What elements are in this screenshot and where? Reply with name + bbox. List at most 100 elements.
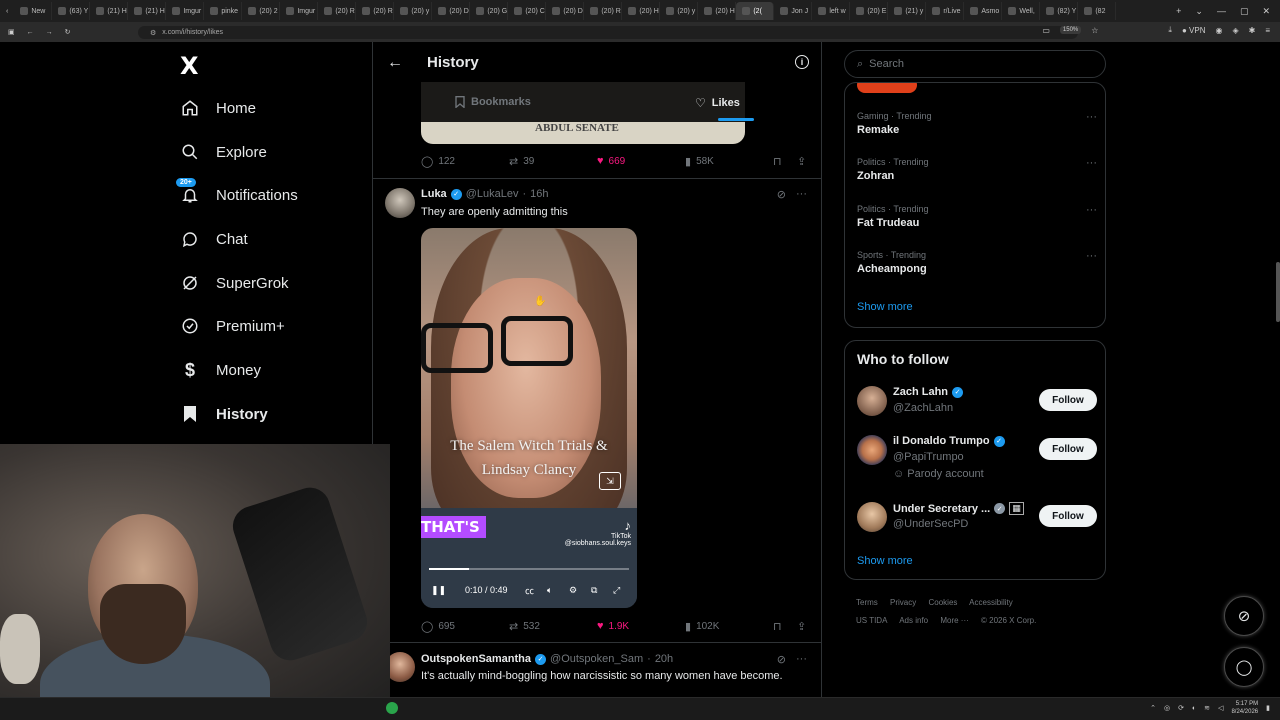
browser-tab[interactable]: (21) y [888,2,927,20]
browser-tab[interactable]: New [14,2,53,20]
bookmark-button[interactable]: ⊓ [773,155,782,168]
browser-tab[interactable]: Imgur [166,2,205,20]
video-progress-bar[interactable] [429,568,629,570]
reply-button[interactable]: ◯ 122 [421,155,455,168]
trends-show-more-link[interactable]: Show more [857,301,913,313]
more-options-icon[interactable]: ··· [1086,250,1097,262]
trend-item[interactable]: Gaming · Trending Remake ··· [857,111,1097,136]
trend-item[interactable]: Sports · Trending Acheampong ··· [857,250,1097,275]
reload-icon[interactable]: ↻ [65,28,71,36]
tab-bookmarks[interactable]: Bookmarks [455,96,531,108]
browser-tab[interactable]: Jon J [774,2,813,20]
author-handle[interactable]: @LukaLev [466,188,519,200]
browser-tab[interactable]: (20) R [356,2,395,20]
footer-link[interactable]: Terms [856,598,878,607]
minimize-button[interactable]: — [1217,6,1226,17]
share-button[interactable]: ⇪ [797,155,806,168]
trend-item[interactable]: Politics · Trending Fat Trudeau ··· [857,204,1097,229]
browser-tab[interactable]: pinke [204,2,243,20]
new-tab-button[interactable]: + [1176,6,1181,17]
avatar[interactable] [385,188,415,218]
browser-tab[interactable]: (82) Y [1040,2,1079,20]
vpn-button[interactable]: ● VPN [1182,26,1206,35]
follow-show-more-link[interactable]: Show more [857,555,913,567]
browser-tab[interactable]: (63) Y [52,2,91,20]
reply-button[interactable]: ◯ 695 [421,620,455,633]
grok-explain-icon[interactable]: ⊘ [777,653,786,666]
chat-fab-button[interactable]: ◯ [1224,647,1264,687]
browser-tab[interactable]: (20) 2 [242,2,281,20]
close-window-button[interactable]: ✕ [1262,6,1270,17]
site-settings-icon[interactable]: ⚙ [150,29,156,37]
follow-button[interactable]: Follow [1039,438,1097,460]
trend-item[interactable]: Politics · Trending Zohran ··· [857,157,1097,182]
tab-list-button[interactable]: ⌄ [1195,6,1203,17]
star-icon[interactable]: ☆ [1091,26,1098,35]
maximize-button[interactable]: ▢ [1240,6,1249,17]
tab-scroll-left-icon[interactable]: ‹ [0,8,14,15]
browser-tab[interactable]: (21) H [90,2,129,20]
author-name[interactable]: OutspokenSamantha [421,653,531,665]
pip-icon[interactable]: ▭ [1042,26,1050,35]
page-scrollbar[interactable] [1276,262,1280,322]
nav-chat[interactable]: Chat [180,229,248,249]
nav-home[interactable]: Home [180,98,256,118]
tab-likes[interactable]: ♡ Likes [695,96,740,110]
avatar[interactable] [857,502,887,532]
browser-tab[interactable]: (21) H [128,2,167,20]
post-time[interactable]: 20h [655,653,673,665]
settings-icon[interactable]: ⚙ [569,585,577,596]
tray-app-icon[interactable]: ◐ [1192,705,1196,712]
captions-icon[interactable]: ㏄ [525,584,534,597]
video-player[interactable]: The Salem Witch Trials & Lindsay Clancy … [421,228,637,608]
follow-button[interactable]: Follow [1039,505,1097,527]
footer-link[interactable]: US TIDA [856,616,887,625]
footer-link[interactable]: Accessibility [969,598,1013,607]
grok-fab-button[interactable]: ⊘ [1224,596,1264,636]
search-input[interactable]: ⌕ Search [844,50,1106,78]
browser-tab[interactable]: Well, [1002,2,1041,20]
footer-link[interactable]: Privacy [890,598,916,607]
browser-tab[interactable]: left w [812,2,851,20]
browser-tab[interactable]: (20) H [622,2,661,20]
browser-tab[interactable]: (20) R [584,2,623,20]
browser-tab[interactable]: (20) H [698,2,737,20]
app-icon[interactable] [386,702,398,714]
bookmark-button[interactable]: ⊓ [773,620,782,633]
grok-explain-icon[interactable]: ⊘ [777,188,786,201]
tray-app-icon[interactable]: ⟳ [1178,704,1184,712]
picture-in-picture-icon[interactable]: ⇲ [599,472,621,490]
pop-out-icon[interactable]: ⧉ [591,585,597,596]
browser-tab[interactable]: r/Live [926,2,965,20]
browser-tab[interactable]: (20) G [470,2,509,20]
more-options-icon[interactable]: ··· [1086,111,1097,123]
menu-icon[interactable]: ≡ [1265,26,1270,35]
views-button[interactable]: ▮ 102K [685,620,719,633]
like-button[interactable]: ♥ 1.9K [597,620,629,632]
browser-tab[interactable]: Asmo [964,2,1003,20]
zoom-level[interactable]: 150% [1059,26,1082,34]
volume-icon[interactable]: ◁ [1218,704,1223,712]
author-handle[interactable]: @Outspoken_Sam [550,653,643,665]
nav-supergrok[interactable]: SuperGrok [180,273,289,293]
forward-nav-icon[interactable]: → [46,29,53,36]
browser-tab[interactable]: (82 [1078,2,1117,20]
nav-money[interactable]: $ Money [180,360,261,380]
browser-tab[interactable]: Imgur [280,2,319,20]
extensions-icon[interactable]: ✱ [1249,26,1256,35]
profile-icon[interactable]: ◉ [1215,26,1222,35]
info-icon[interactable]: i [795,55,809,69]
like-button[interactable]: ♥ 669 [597,155,625,167]
tray-app-icon[interactable]: ◎ [1164,704,1170,712]
download-icon[interactable]: ⤓ [1168,25,1172,35]
browser-tab[interactable]: (20) D [432,2,471,20]
repost-button[interactable]: ⇄ 532 [509,620,540,633]
browser-tab[interactable]: (20) C [508,2,547,20]
footer-link[interactable]: Cookies [928,598,957,607]
sidebar-toggle-icon[interactable]: ▣ [8,28,15,36]
browser-tab[interactable]: (20) y [394,2,433,20]
address-bar[interactable]: ⚙ x.com/i/history/likes [138,26,1078,39]
more-options-icon[interactable]: ··· [796,188,807,201]
more-options-icon[interactable]: ··· [1086,157,1097,169]
clock[interactable]: 5:17 PM 8/24/2026 [1231,700,1258,716]
